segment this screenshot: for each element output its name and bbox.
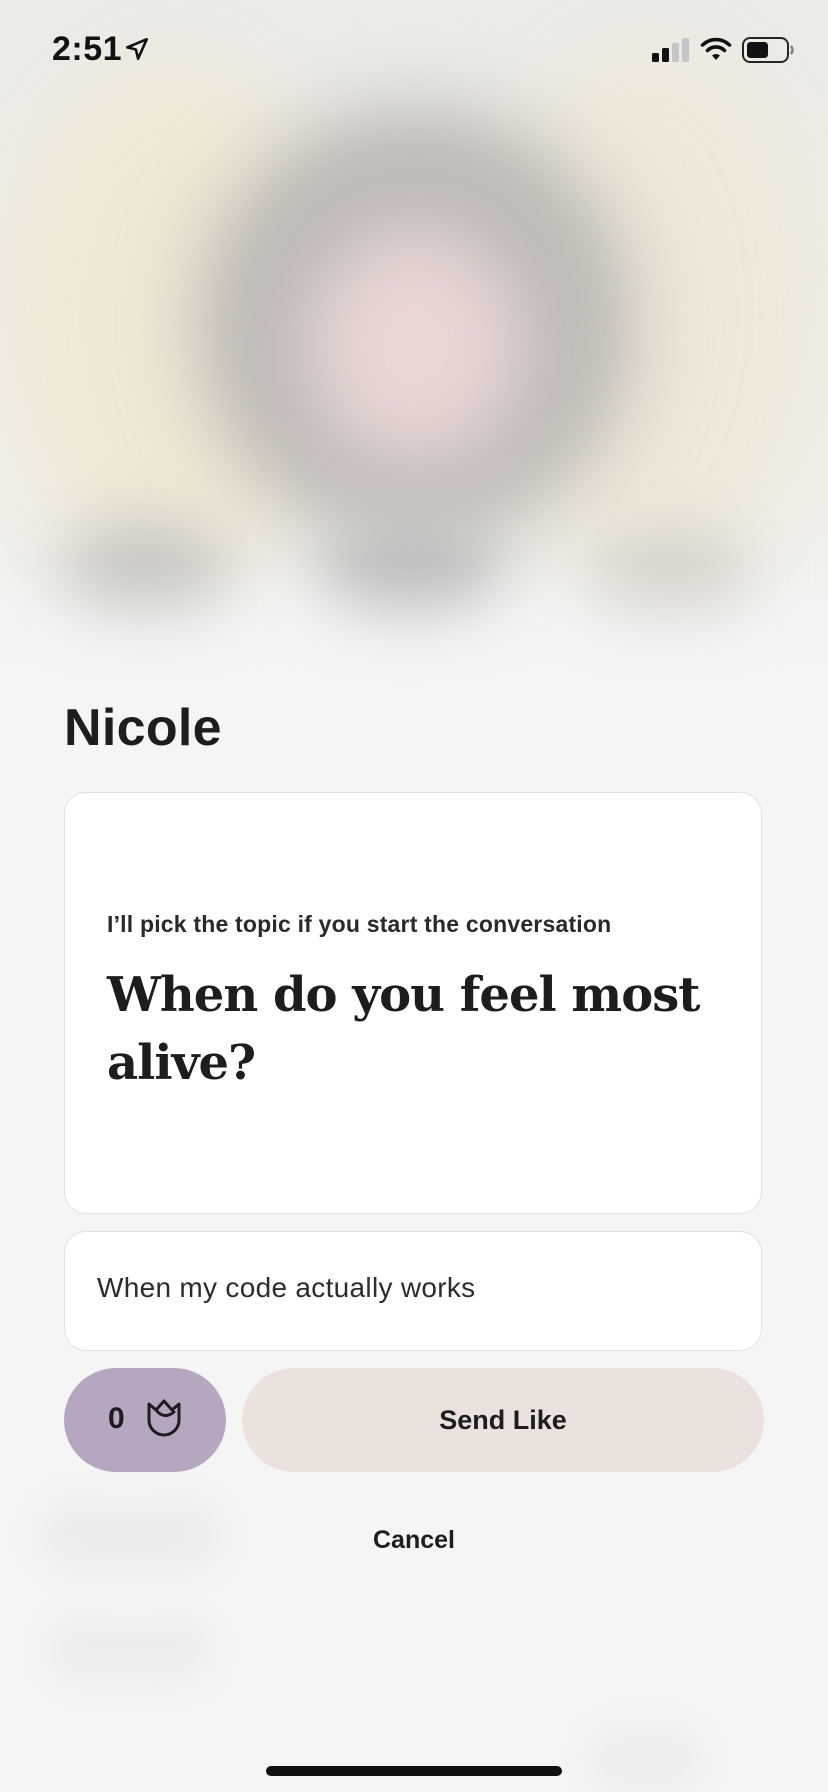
- rose-icon: [147, 1399, 181, 1437]
- profile-name: Nicole: [64, 699, 222, 757]
- comment-input-value: When my code actually works: [97, 1272, 476, 1303]
- prompt-kicker: I’ll pick the topic if you start the con…: [107, 911, 612, 937]
- wifi-icon: [700, 37, 732, 60]
- location-arrow-icon: [125, 37, 149, 61]
- send-rose-button[interactable]: 0: [64, 1368, 226, 1472]
- blurred-background-detail: [590, 1730, 700, 1790]
- cancel-button[interactable]: Cancel: [314, 1526, 514, 1555]
- battery-icon: [742, 37, 794, 63]
- profile-photo-blurred: [0, 0, 828, 700]
- blurred-background-detail: [50, 1620, 210, 1680]
- comment-input[interactable]: When my code actually works: [64, 1231, 762, 1351]
- rose-count: 0: [108, 1402, 125, 1435]
- blurred-background-detail: [40, 1500, 220, 1570]
- cell-signal-icon: [652, 38, 689, 62]
- prompt-question: When do you feel most alive?: [107, 967, 700, 1091]
- status-time: 2:51: [52, 30, 123, 68]
- prompt-card: I’ll pick the topic if you start the con…: [64, 792, 762, 1214]
- home-indicator[interactable]: [266, 1766, 562, 1776]
- send-like-screen: 2:51 Nicole I’ll pick the topic if you s…: [0, 0, 828, 1792]
- status-bar: 2:51: [0, 0, 828, 100]
- send-like-button[interactable]: Send Like: [242, 1368, 764, 1472]
